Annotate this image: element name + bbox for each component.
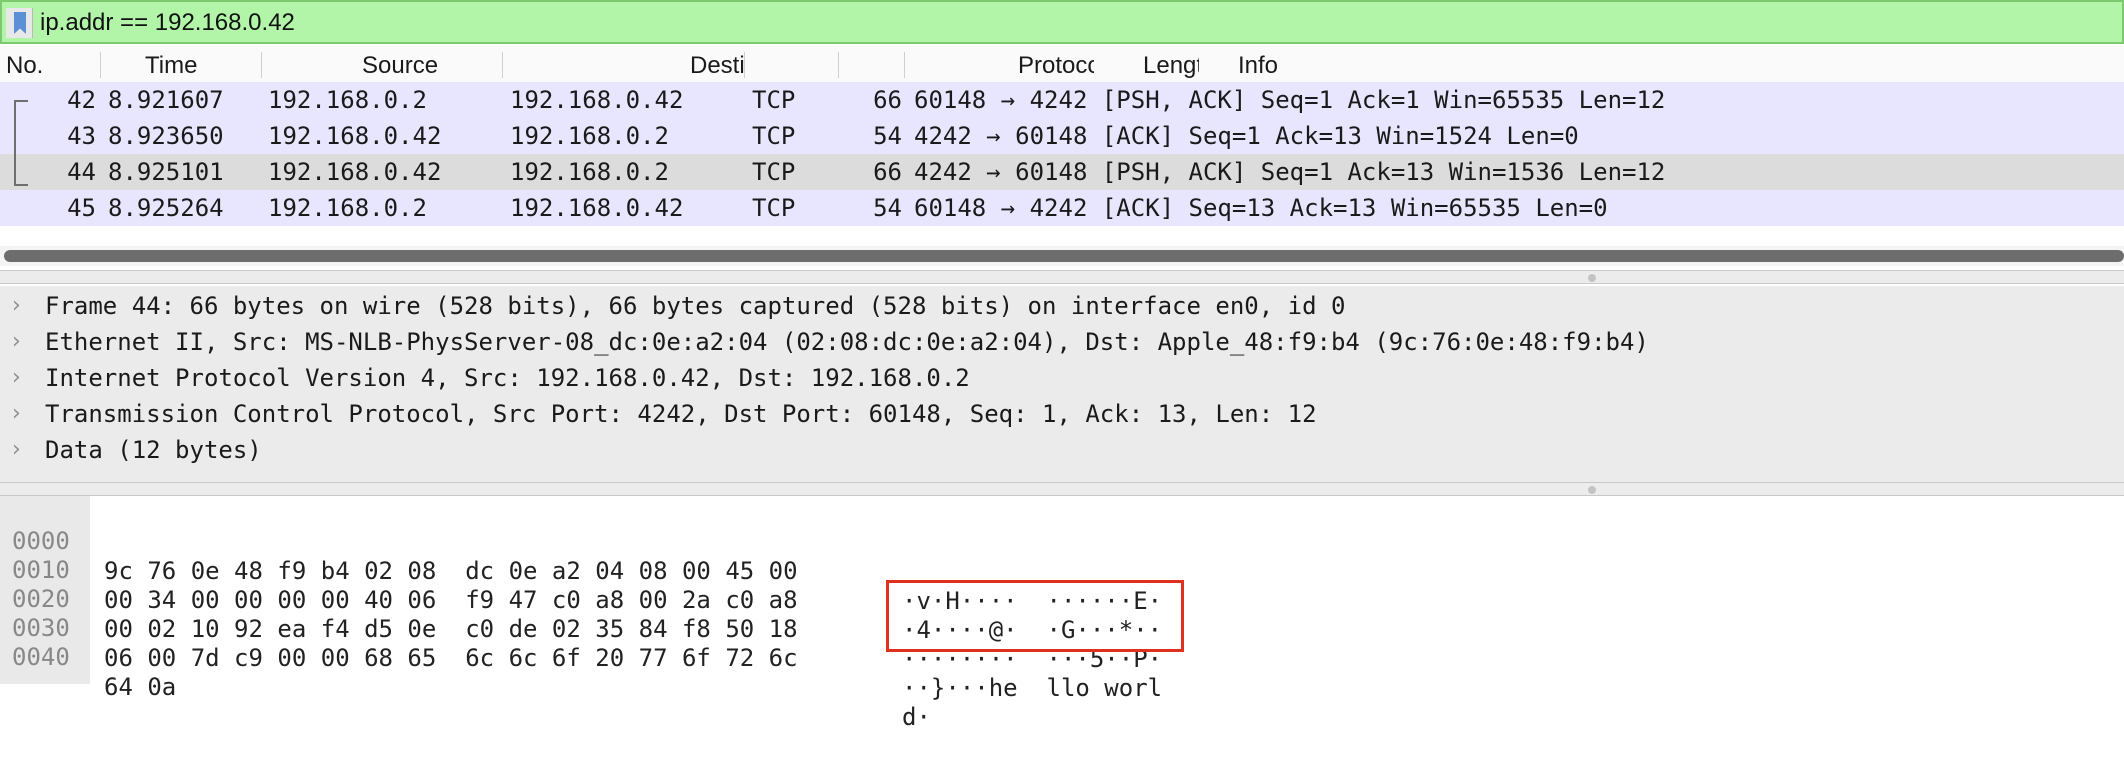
expand-chevron-icon[interactable]: ›	[12, 324, 21, 360]
bookmark-icon[interactable]	[6, 8, 33, 38]
display-filter-input[interactable]: ip.addr == 192.168.0.42	[40, 2, 295, 42]
byte-offset: 0040	[12, 643, 70, 671]
packet-protocol: TCP	[752, 122, 796, 150]
bytes-row[interactable]: 0000 9c 76 0e 48 f9 b4 02 08 dc 0e a2 04…	[0, 496, 1162, 615]
detail-row-tcp[interactable]: › Transmission Control Protocol, Src Por…	[0, 396, 2124, 432]
expand-chevron-icon[interactable]: ›	[12, 396, 21, 432]
bytes-row[interactable]: 0020 00 02 10 92 ea f4 d5 0e c0 de 02 35…	[0, 554, 1162, 673]
packet-info: 60148 → 4242 [PSH, ACK] Seq=1 Ack=1 Win=…	[914, 86, 1666, 114]
packet-destination: 192.168.0.2	[510, 122, 669, 150]
packet-length: 54	[873, 194, 902, 222]
bytes-row[interactable]: 0030 06 00 7d c9 00 00 68 65 6c 6c 6f 20…	[0, 583, 1162, 702]
conversation-bracket-end	[14, 184, 28, 186]
hex-bytes[interactable]: 64 0a	[104, 672, 176, 702]
packet-no: 43	[67, 122, 96, 150]
detail-text: Frame 44: 66 bytes on wire (528 bits), 6…	[45, 292, 1346, 320]
detail-text: Transmission Control Protocol, Src Port:…	[45, 400, 1317, 428]
packet-no: 45	[67, 194, 96, 222]
packet-destination: 192.168.0.42	[510, 194, 684, 222]
expand-chevron-icon[interactable]: ›	[12, 360, 21, 396]
packet-no: 42	[67, 86, 96, 114]
packet-time: 8.921607	[108, 86, 224, 114]
bytes-row[interactable]: 0040 64 0a d·	[0, 612, 931, 731]
packet-info: 4242 → 60148 [ACK] Seq=1 Ack=13 Win=1524…	[914, 122, 1579, 150]
payload-highlight-box	[886, 580, 1184, 652]
packet-time: 8.923650	[108, 122, 224, 150]
packet-list-header: No. Time Source Destination Protocol Len…	[0, 46, 2124, 82]
packet-source: 192.168.0.2	[268, 86, 427, 114]
column-header-destination[interactable]: Destination	[684, 46, 744, 82]
ascii-bytes[interactable]: ··}···he llo worl	[902, 673, 1162, 703]
packet-protocol: TCP	[752, 194, 796, 222]
packet-source: 192.168.0.42	[268, 122, 442, 150]
hex-bytes[interactable]: 9c 76 0e 48 f9 b4 02 08 dc 0e a2 04 08 0…	[104, 556, 798, 586]
packet-time: 8.925264	[108, 194, 224, 222]
packet-bytes-pane: 0000 9c 76 0e 48 f9 b4 02 08 dc 0e a2 04…	[0, 496, 2124, 731]
packet-destination: 192.168.0.2	[510, 158, 669, 186]
detail-row-frame[interactable]: › Frame 44: 66 bytes on wire (528 bits),…	[0, 288, 2124, 324]
packet-info: 60148 → 4242 [ACK] Seq=13 Ack=13 Win=655…	[914, 194, 1608, 222]
splitter-grip-icon	[1588, 486, 1596, 494]
packet-row[interactable]: 42 8.921607 192.168.0.2 192.168.0.42 TCP…	[0, 82, 2124, 118]
detail-text: Ethernet II, Src: MS-NLB-PhysServer-08_d…	[45, 328, 1649, 356]
splitter-grip-icon	[1588, 274, 1596, 282]
pane-splitter-top[interactable]	[0, 270, 2124, 284]
detail-row-ipv4[interactable]: › Internet Protocol Version 4, Src: 192.…	[0, 360, 2124, 396]
detail-row-data[interactable]: › Data (12 bytes)	[0, 432, 2124, 468]
packet-list-horizontal-scrollbar[interactable]	[0, 246, 2124, 266]
detail-text: Data (12 bytes)	[45, 436, 262, 464]
detail-text: Internet Protocol Version 4, Src: 192.16…	[45, 364, 970, 392]
hex-bytes[interactable]: 00 34 00 00 00 00 40 06 f9 47 c0 a8 00 2…	[104, 585, 798, 615]
packet-time: 8.925101	[108, 158, 224, 186]
packet-row-selected[interactable]: 44 8.925101 192.168.0.42 192.168.0.2 TCP…	[0, 154, 2124, 190]
packet-row[interactable]: 45 8.925264 192.168.0.2 192.168.0.42 TCP…	[0, 190, 2124, 226]
column-header-protocol[interactable]: Protocol	[1012, 46, 1094, 82]
expand-chevron-icon[interactable]: ›	[12, 288, 21, 324]
packet-list-empty-area	[0, 226, 2124, 246]
packet-length: 54	[873, 122, 902, 150]
column-header-source[interactable]: Source	[356, 46, 502, 82]
packet-source: 192.168.0.42	[268, 158, 442, 186]
column-header-time[interactable]: Time	[139, 46, 261, 82]
scrollbar-thumb[interactable]	[4, 250, 2124, 262]
column-header-info[interactable]: Info	[1232, 46, 2124, 82]
packet-info: 4242 → 60148 [PSH, ACK] Seq=1 Ack=13 Win…	[914, 158, 1666, 186]
pane-splitter-bottom[interactable]	[0, 482, 2124, 496]
packet-source: 192.168.0.2	[268, 194, 427, 222]
display-filter-bar[interactable]: ip.addr == 192.168.0.42	[0, 0, 2124, 44]
conversation-bracket	[14, 100, 16, 186]
packet-length: 66	[873, 86, 902, 114]
detail-row-ethernet[interactable]: › Ethernet II, Src: MS-NLB-PhysServer-08…	[0, 324, 2124, 360]
ascii-bytes[interactable]: d·	[902, 702, 931, 732]
packet-details-pane: › Frame 44: 66 bytes on wire (528 bits),…	[0, 286, 2124, 482]
packet-no: 44	[67, 158, 96, 186]
packet-length: 66	[873, 158, 902, 186]
expand-chevron-icon[interactable]: ›	[12, 432, 21, 468]
packet-protocol: TCP	[752, 158, 796, 186]
packet-protocol: TCP	[752, 86, 796, 114]
hex-bytes[interactable]: 00 02 10 92 ea f4 d5 0e c0 de 02 35 84 f…	[104, 614, 798, 644]
conversation-bracket-start	[14, 100, 28, 102]
column-header-length[interactable]: Length	[1137, 46, 1199, 82]
packet-destination: 192.168.0.42	[510, 86, 684, 114]
packet-row[interactable]: 43 8.923650 192.168.0.42 192.168.0.2 TCP…	[0, 118, 2124, 154]
hex-bytes[interactable]: 06 00 7d c9 00 00 68 65 6c 6c 6f 20 77 6…	[104, 643, 798, 673]
column-header-no[interactable]: No.	[0, 46, 100, 82]
bytes-row[interactable]: 0010 00 34 00 00 00 00 40 06 f9 47 c0 a8…	[0, 525, 1162, 644]
